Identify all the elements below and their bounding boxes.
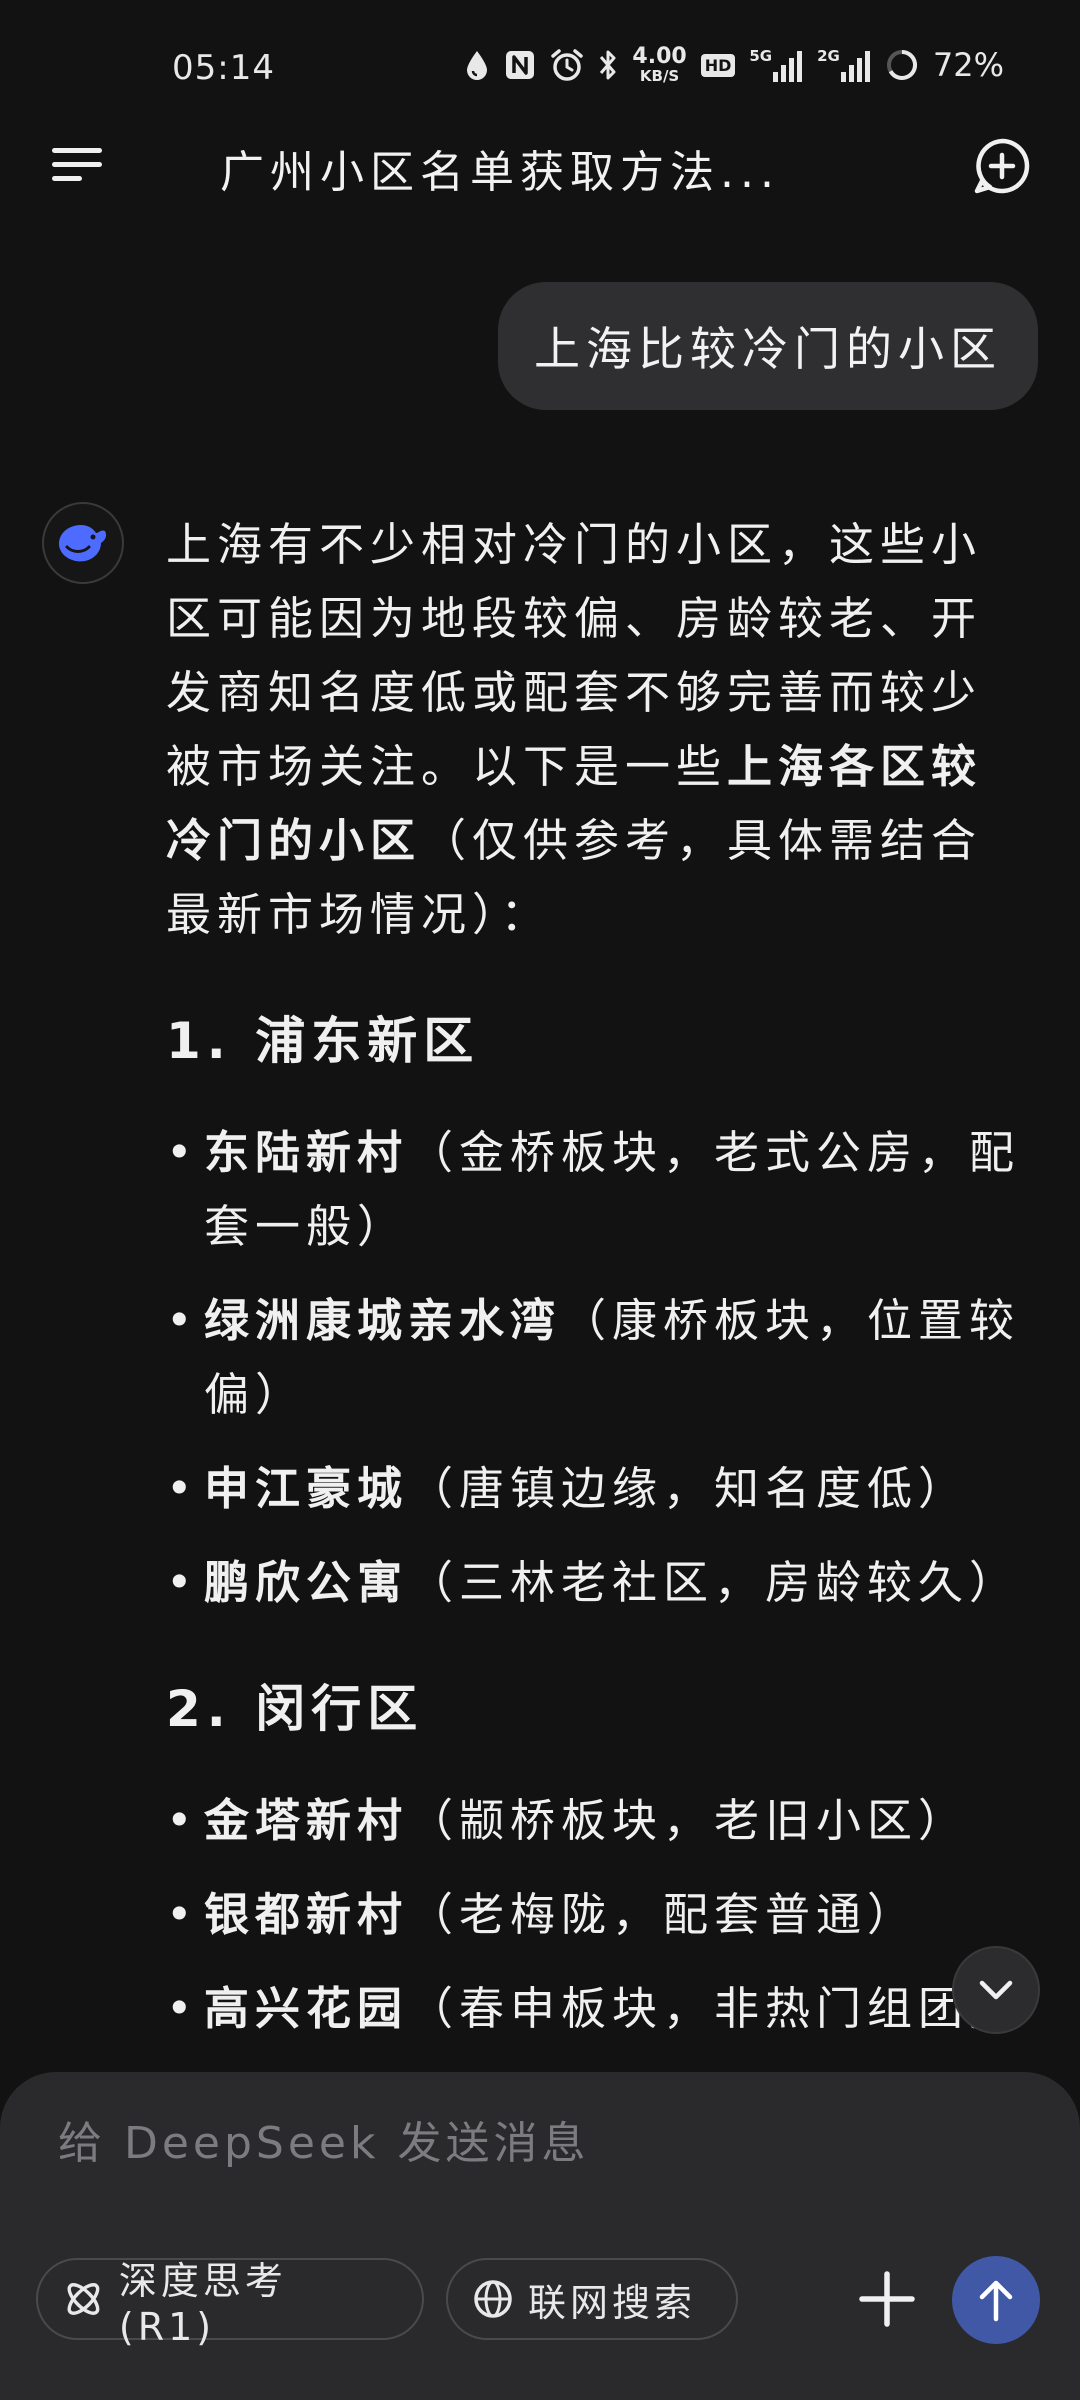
chat-title[interactable]: 广州小区名单获取方法... — [180, 136, 820, 200]
signal-2g: 2G — [817, 46, 871, 82]
chevron-down-icon — [979, 1980, 1013, 2000]
nfc-icon — [506, 51, 535, 79]
community-name: 绿洲康城亲水湾 — [204, 1294, 562, 1347]
atom-icon — [67, 2283, 100, 2315]
list-item: 金塔新村（颛桥板块，老旧小区） — [166, 1784, 1026, 1858]
bluetooth-icon — [600, 50, 616, 80]
message-input[interactable] — [56, 2102, 960, 2184]
battery-level: 72% — [932, 46, 1004, 84]
add-attachment-icon[interactable] — [856, 2268, 918, 2330]
community-desc: （颛桥板块，老旧小区） — [408, 1794, 970, 1847]
status-icons: 4.00 KB/S HD 5G 2G 72% — [464, 46, 1004, 84]
list-item: 东陆新村（金桥板块，老式公房，配套一般） — [166, 1116, 1026, 1264]
water-drop-icon — [467, 51, 488, 80]
ai-message: 上海有不少相对冷门的小区，这些小区可能因为地段较偏、房龄较老、开发商知名度低或配… — [166, 508, 1026, 2066]
alarm-icon — [551, 49, 584, 81]
web-search-toggle[interactable]: 联网搜索 — [446, 2258, 738, 2340]
user-message-bubble[interactable]: 上海比较冷门的小区 — [498, 282, 1038, 410]
community-name: 高兴花园 — [204, 1982, 409, 2035]
signal-5g-label: 5G — [749, 46, 773, 65]
network-speed-unit: KB/S — [639, 67, 680, 85]
list-item: 申江豪城（唐镇边缘，知名度低） — [166, 1452, 1026, 1526]
community-desc: （老梅陇，配套普通） — [408, 1888, 919, 1941]
signal-2g-label: 2G — [817, 46, 840, 65]
deep-think-toggle[interactable]: 深度思考 (R1) — [36, 2258, 424, 2349]
signal-bars-icon — [840, 50, 870, 82]
list-item: 绿洲康城亲水湾（康桥板块，位置较偏） — [166, 1284, 1026, 1432]
network-speed: 4.00 KB/S — [632, 46, 686, 84]
community-name: 申江豪城 — [204, 1462, 409, 1515]
community-name: 银都新村 — [204, 1888, 409, 1941]
arrow-up-icon — [979, 2280, 1013, 2322]
section-heading: 2. 闵行区 — [166, 1680, 424, 1738]
composer-panel: 深度思考 (R1) 联网搜索 — [0, 2072, 1080, 2400]
signal-5g: 5G — [749, 46, 803, 82]
community-name: 东陆新村 — [204, 1126, 409, 1179]
network-speed-value: 4.00 — [632, 44, 687, 69]
deepseek-whale-icon — [59, 525, 107, 562]
globe-icon — [474, 2280, 512, 2318]
deep-think-label: 深度思考 (R1) — [118, 2258, 287, 2349]
app-bar: 广州小区名单获取方法... — [0, 120, 1080, 210]
community-name: 金塔新村 — [204, 1794, 409, 1847]
status-bar: 05:14 4.00 KB/S HD 5G 2G 72% — [0, 0, 1080, 130]
signal-bars-icon — [773, 50, 803, 82]
community-name: 鹏欣公寓 — [204, 1556, 409, 1609]
community-list: 东陆新村（金桥板块，老式公房，配套一般） 绿洲康城亲水湾（康桥板块，位置较偏） … — [166, 1116, 1026, 1620]
web-search-label: 联网搜索 — [528, 2280, 697, 2325]
ai-intro-paragraph: 上海有不少相对冷门的小区，这些小区可能因为地段较偏、房龄较老、开发商知名度低或配… — [166, 508, 1026, 952]
scroll-to-bottom-button[interactable] — [952, 1946, 1040, 2034]
menu-line-icon — [52, 162, 102, 167]
status-time: 05:14 — [172, 48, 275, 88]
menu-button[interactable] — [52, 142, 104, 188]
deepseek-avatar — [42, 502, 124, 584]
community-desc: （三林老社区，房龄较久） — [408, 1556, 1021, 1609]
hd-voice-badge: HD — [700, 53, 736, 77]
list-item: 鹏欣公寓（三林老社区，房龄较久） — [166, 1546, 1026, 1620]
community-list: 金塔新村（颛桥板块，老旧小区） 银都新村（老梅陇，配套普通） 高兴花园（春申板块… — [166, 1784, 1026, 2046]
section-heading: 1. 浦东新区 — [166, 1012, 480, 1070]
screen: 05:14 4.00 KB/S HD 5G 2G 72% 广州小区名单获取方法.… — [0, 0, 1080, 2400]
send-button[interactable] — [952, 2256, 1040, 2344]
community-desc: （唐镇边缘，知名度低） — [408, 1462, 970, 1515]
list-item: 银都新村（老梅陇，配套普通） — [166, 1878, 1026, 1952]
menu-line-icon — [52, 148, 102, 153]
menu-line-icon — [52, 176, 82, 181]
new-chat-icon[interactable] — [972, 136, 1032, 196]
community-desc: （春申板块，非热门组团） — [408, 1982, 1021, 2035]
battery-ring-icon — [886, 50, 917, 80]
list-item: 高兴花园（春申板块，非热门组团） — [166, 1972, 1026, 2046]
